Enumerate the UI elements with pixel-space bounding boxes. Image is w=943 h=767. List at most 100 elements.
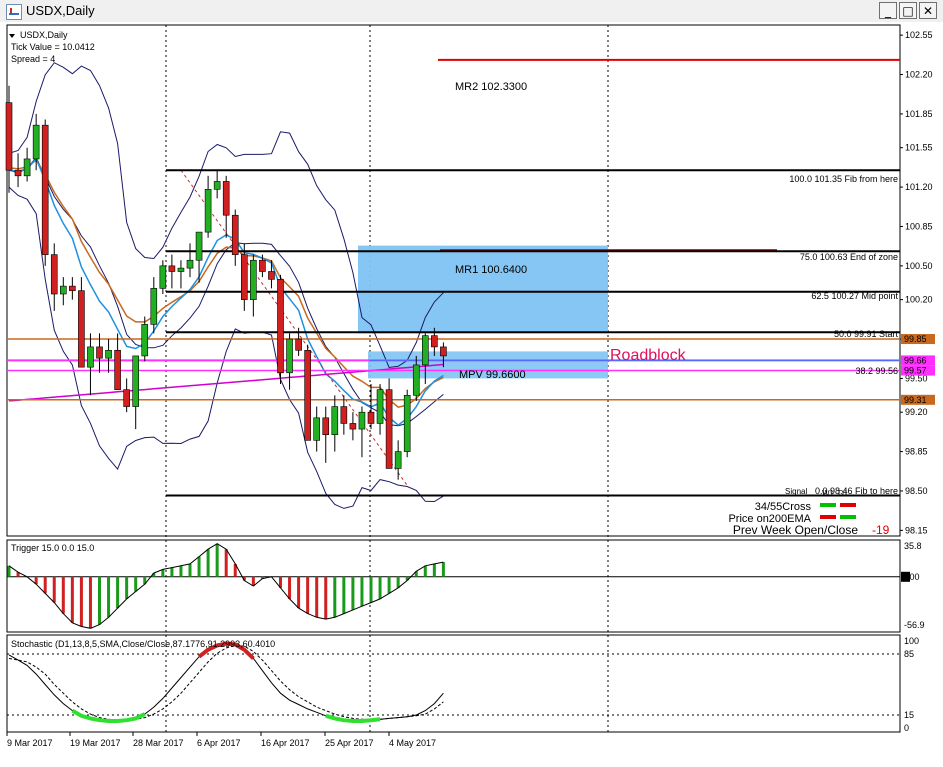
candle-down bbox=[78, 290, 85, 368]
maximize-button[interactable]: □ bbox=[899, 2, 917, 19]
stoch-oversold-highlight bbox=[71, 708, 146, 723]
candle-up bbox=[331, 406, 339, 436]
price-tick-label: 99.20 bbox=[905, 407, 928, 417]
candle-down bbox=[322, 417, 330, 436]
candle-down bbox=[259, 259, 266, 272]
candle-down bbox=[50, 254, 58, 295]
stoch-tick-label: 0 bbox=[904, 723, 909, 733]
prev-week-label: Prev Week Open/Close bbox=[733, 523, 858, 537]
trigger-title: Trigger 15.0 0.0 15.0 bbox=[11, 543, 94, 553]
candle-down bbox=[304, 349, 311, 441]
candle-up bbox=[186, 259, 194, 269]
chart-canvas[interactable]: 102.55 102.20 101.85 101.55 101.20 100.85 100.… bbox=[0, 22, 943, 762]
candle-up bbox=[150, 288, 158, 325]
candle-down bbox=[96, 346, 103, 359]
trigger-tick-label: 35.8 bbox=[904, 541, 922, 551]
candle-up bbox=[105, 349, 112, 359]
candle-up bbox=[376, 389, 384, 424]
panel-frame bbox=[6, 539, 901, 633]
time-tick-label: 19 Mar 2017 bbox=[70, 738, 121, 748]
candle-down bbox=[69, 285, 76, 291]
candle-down bbox=[5, 102, 13, 171]
fib-75-label: 75.0 100.63 End of zone bbox=[800, 252, 898, 262]
price-tick-label: 101.55 bbox=[905, 143, 933, 153]
roadblock-label: Roadblock bbox=[610, 347, 687, 364]
fib-62-label: 62.5 100.27 Mid point bbox=[811, 291, 898, 301]
mpv-label: MPV 99.6600 bbox=[459, 369, 526, 381]
candle-down bbox=[222, 181, 230, 216]
signal-row-label: 34/55Cross bbox=[755, 501, 812, 513]
candle-up bbox=[132, 355, 139, 407]
candle-up bbox=[195, 231, 203, 261]
menu-triangle-icon[interactable] bbox=[9, 34, 15, 38]
chart-window-icon bbox=[6, 4, 22, 20]
price-tick-label: 98.50 bbox=[905, 486, 928, 496]
stoch-tick-label: 85 bbox=[904, 649, 914, 659]
chart-area[interactable]: 102.55 102.20 101.85 101.55 101.20 100.85 100.… bbox=[0, 22, 943, 762]
minimize-button[interactable]: _ bbox=[879, 2, 897, 19]
trigger-tick-label: 0.00 bbox=[902, 572, 920, 582]
fib-100-label: 100.0 101.35 Fib from here bbox=[789, 174, 898, 184]
candle-up bbox=[250, 259, 257, 300]
time-grid bbox=[165, 25, 609, 732]
candle-down bbox=[114, 349, 121, 390]
candle-down bbox=[277, 279, 284, 374]
price-tag-label: 99.31 bbox=[904, 395, 927, 405]
price-tick-label: 100.20 bbox=[905, 295, 933, 305]
stoch-tick-label: 100 bbox=[904, 636, 919, 646]
panel-frames bbox=[6, 24, 901, 733]
candle-down bbox=[41, 124, 49, 255]
candle-down bbox=[168, 265, 176, 272]
mr1-zone bbox=[358, 245, 608, 334]
price-tick-label: 101.85 bbox=[905, 109, 933, 119]
candle-down bbox=[385, 389, 393, 469]
candle-down bbox=[268, 271, 275, 280]
candle-up bbox=[177, 267, 185, 272]
time-tick-label: 16 Apr 2017 bbox=[261, 738, 310, 748]
candle-down bbox=[295, 338, 302, 351]
terminal-window: USDX,Daily _ □ ✕ 102.55 102.20 101.85 101.5… bbox=[0, 0, 943, 762]
candle-up bbox=[204, 189, 212, 233]
candle-up bbox=[412, 364, 420, 396]
signal-ema200-w1 bbox=[820, 515, 836, 519]
price-tick-label: 102.55 bbox=[905, 30, 933, 40]
candle-down bbox=[340, 406, 348, 424]
candle-down bbox=[123, 389, 130, 407]
mr1-label: MR1 100.6400 bbox=[455, 264, 527, 276]
tick-value-label: Tick Value = 10.0412 bbox=[11, 42, 95, 52]
window-title: USDX,Daily bbox=[26, 3, 95, 18]
price-tag-label: 99.57 bbox=[904, 366, 927, 376]
signal-col-d1: D1 bbox=[838, 489, 849, 498]
signal-34-55-d1 bbox=[840, 503, 856, 507]
signal-34-55-w1 bbox=[820, 503, 836, 507]
price-tick-label: 100.85 bbox=[905, 221, 933, 231]
fib-38-label: 38.2 99.56 bbox=[855, 366, 898, 376]
candle-up bbox=[32, 124, 40, 160]
candle-down bbox=[367, 411, 375, 424]
fib-50-label: 50.0 99.91 Start bbox=[834, 329, 899, 339]
price-tick-label: 100.50 bbox=[905, 261, 933, 271]
time-tick-label: 28 Mar 2017 bbox=[133, 738, 184, 748]
stochastic-indicator bbox=[7, 641, 900, 723]
chart-info: USDX,Daily Tick Value = 10.0412 Spread =… bbox=[9, 30, 95, 64]
candle-down bbox=[241, 254, 248, 300]
price-tag-label: 99.85 bbox=[904, 334, 927, 344]
stoch-tick-label: 15 bbox=[904, 710, 914, 720]
candle-down bbox=[231, 214, 239, 255]
close-button[interactable]: ✕ bbox=[919, 2, 937, 19]
candle-up bbox=[23, 158, 31, 177]
candle-up bbox=[313, 417, 321, 441]
signal-ema200-d1 bbox=[840, 515, 856, 519]
time-tick-label: 9 Mar 2017 bbox=[7, 738, 53, 748]
candle-down bbox=[14, 169, 22, 177]
candle-up bbox=[421, 335, 429, 366]
signal-col-w1: W1 bbox=[822, 489, 835, 498]
candle-up bbox=[59, 285, 67, 295]
candle-up bbox=[159, 265, 167, 289]
stochastic-title: Stochastic (D1,13,8,5,SMA,Close/Close,87… bbox=[11, 639, 275, 649]
title-bar[interactable]: USDX,Daily _ □ ✕ bbox=[0, 0, 943, 23]
price-tick-label: 98.15 bbox=[905, 525, 928, 535]
time-tick-label: 25 Apr 2017 bbox=[325, 738, 374, 748]
candle-up bbox=[358, 411, 366, 430]
candle-up bbox=[213, 181, 221, 190]
